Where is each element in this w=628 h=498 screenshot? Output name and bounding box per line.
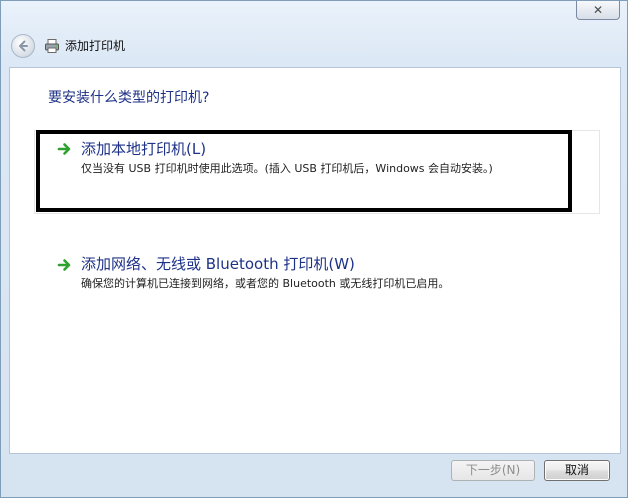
close-icon: ✕	[592, 3, 604, 17]
next-button[interactable]: 下一步(N)	[451, 460, 535, 481]
close-button[interactable]: ✕	[576, 1, 620, 20]
annotation-highlight-box	[36, 130, 572, 212]
option-network-printer[interactable]: 添加网络、无线或 Bluetooth 打印机(W) 确保您的计算机已连接到网络，…	[34, 248, 600, 332]
option-network-printer-title: 添加网络、无线或 Bluetooth 打印机(W)	[81, 255, 355, 273]
back-button[interactable]	[11, 34, 35, 58]
page-question: 要安装什么类型的打印机?	[48, 90, 210, 106]
green-arrow-icon	[57, 259, 71, 271]
cancel-button[interactable]: 取消	[544, 460, 610, 481]
option-network-printer-description: 确保您的计算机已连接到网络，或者您的 Bluetooth 或无线打印机已启用。	[81, 277, 450, 290]
add-printer-window: ✕ 添加打印机 要安装什么类型的打印机? 添加本地打印机(L) 仅当没有 USB…	[0, 0, 628, 498]
window-title: 添加打印机	[65, 39, 126, 53]
back-arrow-icon	[19, 40, 28, 52]
printer-icon	[45, 39, 59, 53]
content-panel: 要安装什么类型的打印机? 添加本地打印机(L) 仅当没有 USB 打印机时使用此…	[9, 67, 621, 454]
